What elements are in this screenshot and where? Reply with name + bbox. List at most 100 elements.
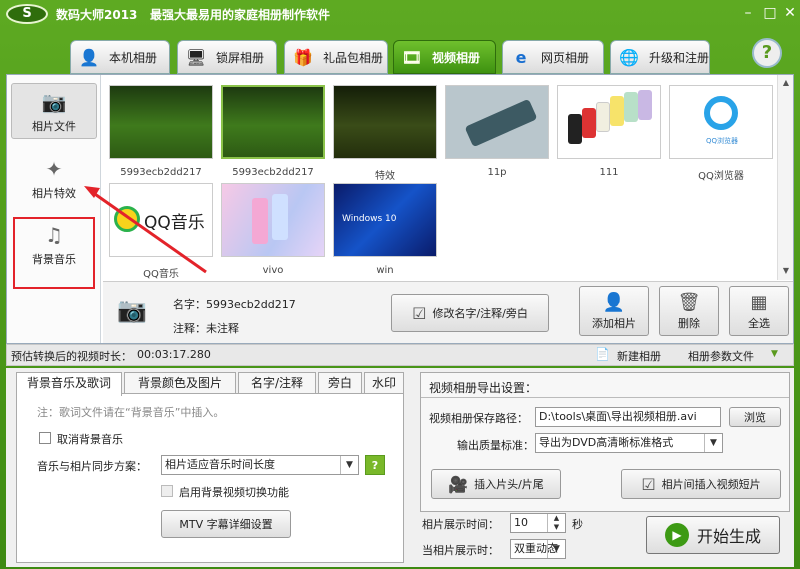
- thumbnail-label: win: [376, 265, 394, 276]
- thumbnail-label: 5993ecb2dd217: [120, 167, 202, 178]
- cancel-music-checkbox[interactable]: [39, 432, 51, 444]
- thumbnail-label: 5993ecb2dd217: [232, 167, 314, 178]
- sidebar-item-photo-files[interactable]: 📷 相片文件: [11, 83, 97, 139]
- rename-button[interactable]: ☑ 修改名字/注释/旁白: [391, 294, 549, 332]
- thumbnail-caption: Windows 10: [342, 214, 397, 224]
- document-icon: 📄: [595, 347, 610, 361]
- show-time-input[interactable]: 10 ▲ ▼: [510, 513, 566, 533]
- thumbnail-grid: 5993ecb2dd217 5993ecb2dd217 特效 11p 111 Q…: [103, 79, 775, 287]
- tab-video-album[interactable]: 🎞 视频相册: [393, 40, 496, 74]
- photo-name: 名字：5993ecb2dd217: [173, 296, 296, 312]
- tab-label: 网页相册: [541, 50, 590, 65]
- status-bar: 预估转换后的视频时长： 00:03:17.280 📄 新建相册 相册参数文件 ▼: [6, 344, 794, 366]
- settings-area: 背景音乐及歌词 背景颜色及图片 名字/注释 旁白 水印 注：歌词文件请在“背景音…: [6, 368, 794, 567]
- save-path-input[interactable]: D:\tools\桌面\导出视频相册.avi: [535, 407, 721, 427]
- tab-web-album[interactable]: e 网页相册: [502, 40, 604, 74]
- delete-label: 删除: [678, 316, 700, 330]
- minimize-icon[interactable]: –: [738, 4, 758, 22]
- app-title: 数码大师2013: [56, 8, 138, 22]
- photo-thumbnail: [333, 85, 437, 159]
- insert-head-label: 插入片头/片尾: [474, 478, 544, 491]
- cancel-music-label: 取消背景音乐: [57, 433, 123, 446]
- select-all-button[interactable]: ▦ 全选: [729, 286, 789, 336]
- gift-icon: 🎁: [293, 47, 313, 67]
- thumbnail-label: QQ浏览器: [698, 171, 744, 182]
- tab-label: 锁屏相册: [216, 50, 265, 65]
- tab-label: 视频相册: [432, 50, 481, 65]
- sidebar-item-label: 相片文件: [32, 120, 76, 133]
- bg-video-switch-label: 启用背景视频切换功能: [179, 486, 289, 499]
- add-photo-button[interactable]: 👤 添加相片: [579, 286, 649, 336]
- tab-name-note[interactable]: 名字/注释: [238, 372, 316, 394]
- start-generate-button[interactable]: ▶ 开始生成: [646, 516, 780, 554]
- quality-select[interactable]: 导出为DVD高清晰标准格式 ▼: [535, 433, 723, 453]
- photo-thumbnail: QQ音乐: [109, 183, 213, 257]
- chevron-down-icon[interactable]: ▼: [771, 349, 778, 359]
- scroll-up-icon[interactable]: ▲: [780, 77, 792, 89]
- thumbnail-item[interactable]: QQ音乐 QQ音乐: [108, 183, 214, 280]
- thumbnail-item[interactable]: 特效: [332, 85, 438, 182]
- lyrics-note: 注：歌词文件请在“背景音乐”中插入。: [37, 406, 225, 419]
- thumbnail-item[interactable]: Windows 10 win: [332, 183, 438, 276]
- thumbnail-item[interactable]: QQ浏览器 QQ浏览器: [668, 85, 774, 182]
- photo-panel: 📷 相片文件 ✦ 相片特效 ♫ 背景音乐 5993ecb2dd217 5993e…: [6, 74, 794, 344]
- monitor-icon: 🖥: [185, 47, 207, 67]
- duration-value: 00:03:17.280: [137, 348, 211, 361]
- insert-head-tail-button[interactable]: 🎥 插入片头/片尾: [431, 469, 561, 499]
- thumbnail-item[interactable]: vivo: [220, 183, 326, 276]
- qq-music-logo: [114, 206, 140, 232]
- tab-label: 礼品包相册: [323, 50, 384, 65]
- camera-icon: 📷: [41, 90, 67, 114]
- close-icon[interactable]: ✕: [780, 4, 800, 22]
- scroll-down-icon[interactable]: ▼: [780, 265, 792, 277]
- thumbnail-scrollbar[interactable]: ▲ ▼: [777, 75, 793, 280]
- quality-label: 输出质量标准：: [457, 439, 534, 452]
- mtv-settings-button[interactable]: MTV 字幕详细设置: [161, 510, 291, 538]
- tab-bg-music-lyrics[interactable]: 背景音乐及歌词: [16, 372, 122, 396]
- delete-button[interactable]: 🗑 删除: [659, 286, 719, 336]
- insert-clip-label: 相片间插入视频短片: [661, 478, 761, 491]
- tab-local-album[interactable]: 👤 本机相册: [70, 40, 170, 74]
- thumbnail-item[interactable]: 111: [556, 85, 662, 178]
- music-settings-pane: 注：歌词文件请在“背景音乐”中插入。 取消背景音乐 音乐与相片同步方案： 相片适…: [16, 393, 404, 563]
- camera-icon: 📷: [117, 296, 147, 324]
- thumbnail-item[interactable]: 5993ecb2dd217: [220, 85, 326, 178]
- browse-button[interactable]: 浏览: [729, 407, 781, 427]
- title-bar: S 数码大师2013 最强大最易用的家庭相册制作软件 – □ ✕: [0, 0, 800, 28]
- bg-video-switch-checkbox[interactable]: [161, 485, 173, 497]
- tab-narration[interactable]: 旁白: [318, 372, 362, 394]
- thumbnail-caption: QQ音乐: [144, 213, 205, 233]
- tab-upgrade-register[interactable]: 🌐 升级和注册: [610, 40, 710, 74]
- person-icon: 👤: [79, 47, 99, 67]
- thumbnail-item[interactable]: 5993ecb2dd217: [108, 85, 214, 178]
- spinner-icon[interactable]: ▲ ▼: [547, 514, 565, 532]
- sync-select[interactable]: 相片适应音乐时间长度 ▼: [161, 455, 359, 475]
- display-mode-select[interactable]: 双重动态 ▼: [510, 539, 566, 559]
- highlight-box: [13, 217, 95, 289]
- help-icon[interactable]: ?: [365, 455, 385, 475]
- help-button[interactable]: ?: [752, 38, 782, 68]
- photo-thumbnail: [557, 85, 661, 159]
- app-window: S 数码大师2013 最强大最易用的家庭相册制作软件 – □ ✕ 👤 本机相册 🖥…: [0, 0, 800, 569]
- album-params-link[interactable]: 相册参数文件: [688, 348, 754, 364]
- insert-clip-button[interactable]: ☑ 相片间插入视频短片: [621, 469, 781, 499]
- thumbnail-caption: QQ浏览器: [705, 137, 739, 145]
- photo-info-bar: 📷 名字：5993ecb2dd217 注释：未注释 ☑ 修改名字/注释/旁白 👤 添…: [103, 281, 793, 343]
- name-label: 名字：: [173, 298, 206, 311]
- sidebar-item-photo-effects[interactable]: ✦ 相片特效: [11, 151, 97, 207]
- sidebar: 📷 相片文件 ✦ 相片特效 ♫ 背景音乐: [7, 75, 101, 343]
- photo-thumbnail: [109, 85, 213, 159]
- sync-label: 音乐与相片同步方案：: [37, 460, 147, 473]
- tab-watermark[interactable]: 水印: [364, 372, 404, 394]
- new-album-link[interactable]: 新建相册: [617, 348, 661, 364]
- show-time-unit: 秒: [572, 518, 583, 531]
- start-generate-label: 开始生成: [696, 527, 761, 546]
- film-icon: 🎞: [401, 47, 423, 67]
- tab-bg-color-image[interactable]: 背景颜色及图片: [124, 372, 236, 394]
- tab-gift-album[interactable]: 🎁 礼品包相册: [284, 40, 388, 74]
- thumbnail-label: vivo: [262, 265, 284, 276]
- video-camera-icon: 🎥: [448, 474, 469, 494]
- thumbnail-item[interactable]: 11p: [444, 85, 550, 178]
- maximize-icon[interactable]: □: [760, 4, 780, 22]
- tab-lockscreen-album[interactable]: 🖥 锁屏相册: [177, 40, 277, 74]
